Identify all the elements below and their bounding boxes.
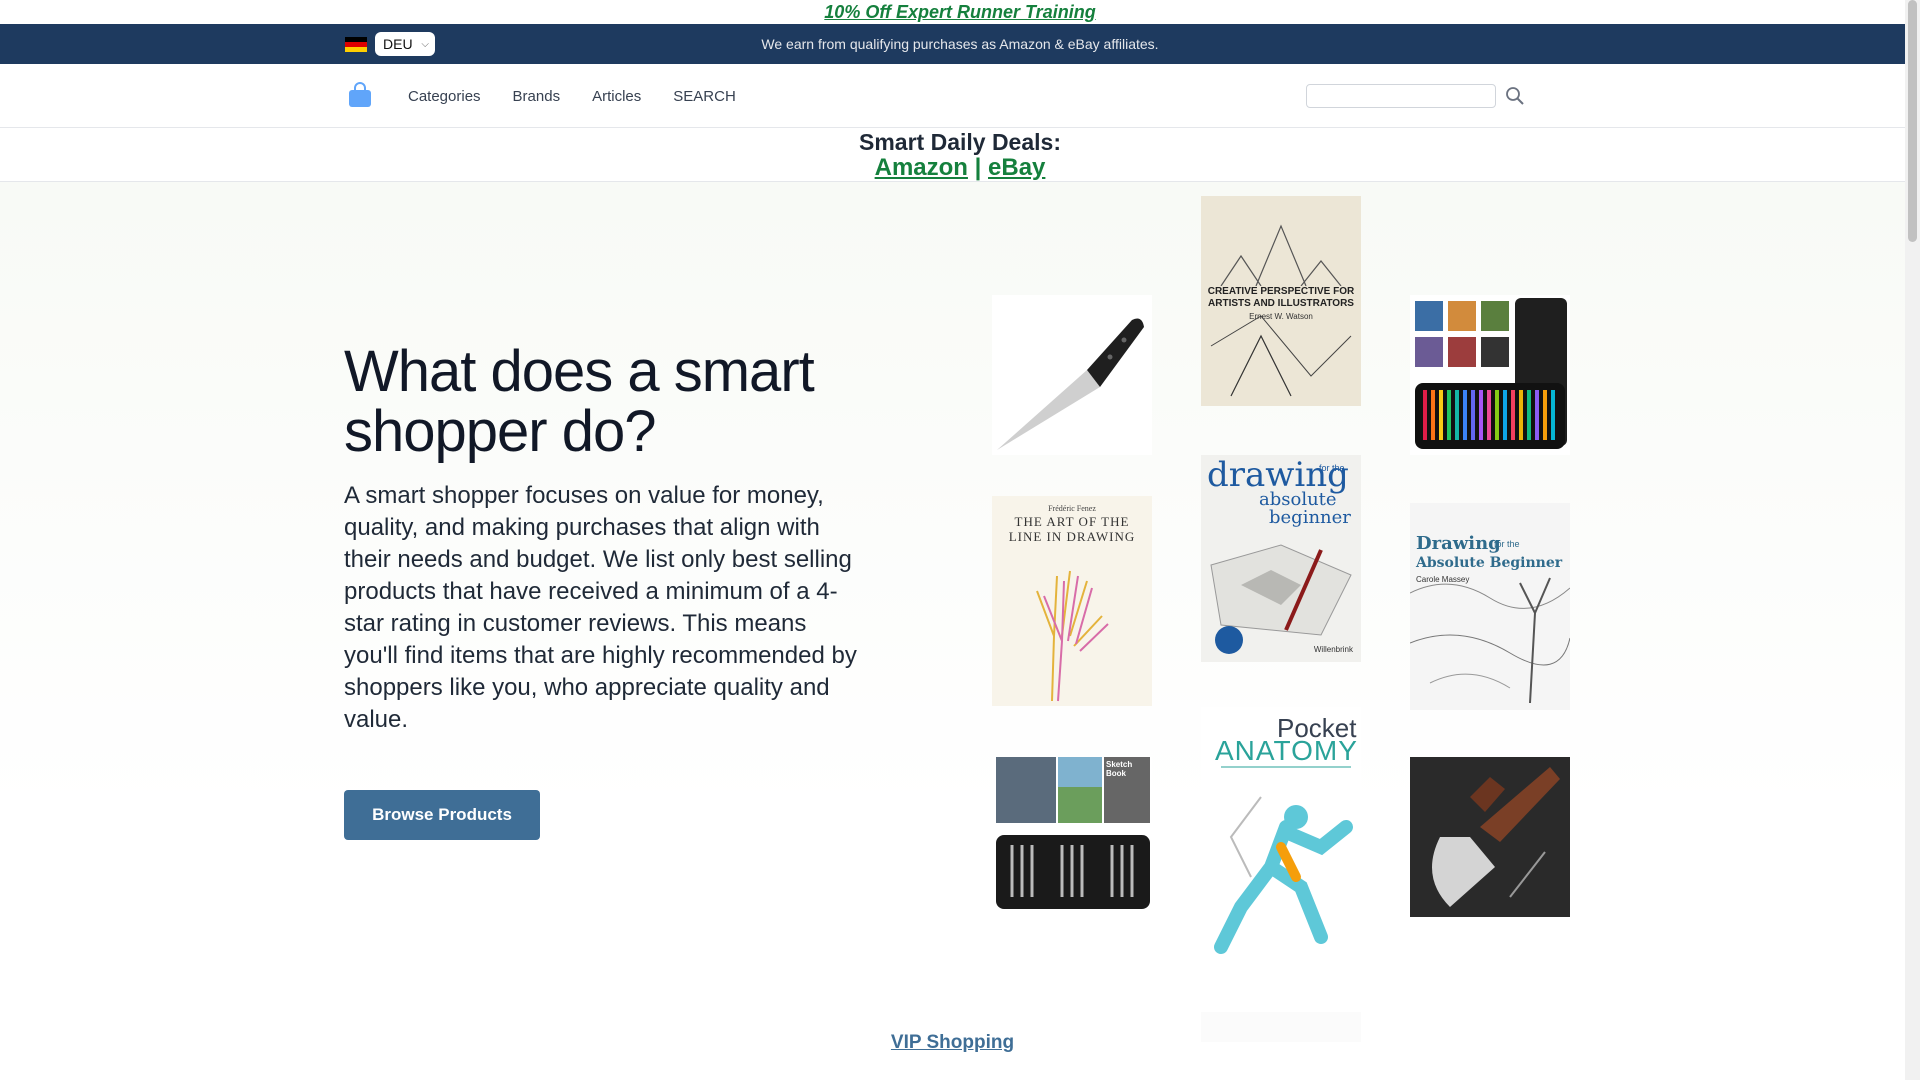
hero-section: What does a smart shopper do? A smart sh… — [0, 182, 1905, 1080]
book-title-drawing: Drawing — [1416, 533, 1501, 554]
product-knife[interactable] — [992, 295, 1152, 455]
main-nav: Categories Brands Articles SEARCH — [0, 64, 1920, 128]
deals-separator: | — [974, 153, 982, 181]
book-title-line-1: CREATIVE PERSPECTIVE FOR — [1201, 286, 1361, 297]
pencil-set-image — [1413, 298, 1567, 449]
product-book-art-of-the-line[interactable]: Frédéric Fenez THE ART OF THE LINE IN DR… — [992, 496, 1152, 706]
hero-description: A smart shopper focuses on value for mon… — [344, 482, 857, 733]
deals-links: Amazon | eBay — [875, 153, 1046, 181]
affiliate-bar: DEU ⌵ We earn from qualifying purchases … — [0, 24, 1920, 64]
search-input[interactable] — [1306, 84, 1496, 108]
browse-products-button[interactable]: Browse Products — [344, 790, 540, 840]
deals-title: Smart Daily Deals: — [859, 128, 1061, 155]
product-book-drawing-absolute-beginner-massey[interactable]: Drawing for the Absolute Beginner Carole… — [1410, 503, 1570, 710]
affiliate-note: We earn from qualifying purchases as Ama… — [761, 36, 1159, 52]
product-sketch-pencil-kit[interactable]: Sketch Book — [992, 757, 1152, 913]
germany-flag-icon — [345, 36, 367, 52]
product-book-creative-perspective[interactable]: CREATIVE PERSPECTIVE FOR ARTISTS AND ILL… — [1201, 196, 1361, 406]
shopping-bag-logo-icon[interactable] — [348, 82, 372, 108]
product-book-pocket-anatomy[interactable]: Pocket ANATOMY — [1201, 707, 1361, 963]
scrollbar-thumb[interactable] — [1908, 0, 1917, 242]
product-knife-axe-combo[interactable] — [1410, 757, 1570, 917]
nav-links: Categories Brands Articles SEARCH — [408, 64, 736, 128]
book-author: Willenbrink — [1313, 645, 1353, 654]
amazon-link[interactable]: Amazon — [875, 154, 968, 181]
book-title-absolute-beginner: Absolute Beginner — [1416, 555, 1563, 571]
product-book-drawing-absolute-beginner-willenbrink[interactable]: drawing for the absolute beginner Willen… — [1201, 455, 1361, 662]
search-icon[interactable] — [1505, 86, 1525, 106]
book-author: Carole Massey — [1416, 575, 1470, 584]
vip-shopping: VIP Shopping — [0, 1032, 1905, 1054]
book-title-line-2: ARTISTS AND ILLUSTRATORS — [1201, 298, 1361, 309]
sketch-kit-image — [996, 757, 1150, 909]
promo-bar: 10% Off Expert Runner Training — [0, 0, 1920, 24]
ebay-link[interactable]: eBay — [988, 154, 1045, 181]
chevron-down-icon: ⌵ — [421, 38, 429, 50]
nav-brands[interactable]: Brands — [513, 88, 561, 105]
book-author: Ernest W. Watson — [1249, 312, 1313, 321]
promo-link[interactable]: 10% Off Expert Runner Training — [824, 2, 1095, 23]
nav-categories[interactable]: Categories — [408, 88, 481, 105]
daily-deals-banner: Smart Daily Deals: Amazon | eBay — [0, 128, 1920, 182]
nav-articles[interactable]: Articles — [592, 88, 641, 105]
book-title-for-the: for the — [1494, 539, 1520, 549]
language-value: DEU — [383, 36, 413, 52]
knife-axe-image — [1432, 767, 1560, 907]
hero-headline: What does a smart shopper do? — [344, 339, 815, 464]
knife-image — [997, 318, 1144, 450]
hand-drawing-image — [1036, 570, 1109, 702]
sketch-book-label: Sketch Book — [1106, 760, 1133, 778]
anatomy-figure-image — [1214, 766, 1353, 954]
language-selector[interactable]: DEU ⌵ — [345, 32, 435, 56]
product-colored-pencil-set[interactable] — [1410, 295, 1570, 455]
language-dropdown[interactable]: DEU ⌵ — [375, 32, 435, 56]
page-scrollbar[interactable] — [1905, 0, 1920, 1080]
drawing-sketch-image — [1210, 544, 1352, 654]
vip-shopping-link[interactable]: VIP Shopping — [891, 1032, 1014, 1053]
nav-search[interactable]: SEARCH — [673, 88, 736, 105]
